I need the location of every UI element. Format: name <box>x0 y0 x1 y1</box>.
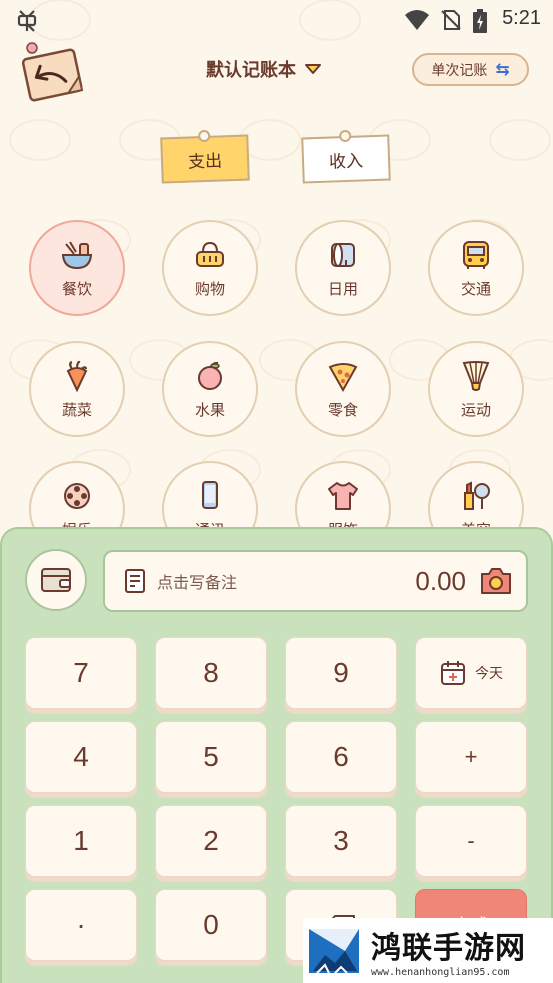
status-bar: 5:21 <box>0 0 553 40</box>
calendar-icon <box>441 661 465 685</box>
food-icon <box>61 240 93 269</box>
no-sim-icon <box>441 10 461 30</box>
category-label: 蔬菜 <box>61 400 92 419</box>
toilet-paper-icon <box>331 242 355 267</box>
tab-expense-label: 支出 <box>187 150 223 173</box>
category-transport[interactable]: 交通 <box>428 220 524 316</box>
account-select-button[interactable] <box>25 549 87 611</box>
wifi-icon <box>405 10 429 30</box>
account-book-selector[interactable]: 默认记账本 <box>206 56 322 82</box>
key-9[interactable]: 9 <box>285 637 397 709</box>
swap-icon: ⇆ <box>495 59 510 80</box>
date-button[interactable]: 今天 <box>415 637 527 709</box>
tab-income-label: 收入 <box>328 150 364 173</box>
pin-icon <box>197 129 211 143</box>
category-fruit[interactable]: 水果 <box>162 341 258 437</box>
category-label: 交通 <box>460 279 491 298</box>
amount-display: 0.00 <box>415 565 466 596</box>
key-3[interactable]: 3 <box>285 805 397 877</box>
clock: 5:21 <box>502 7 541 29</box>
note-icon <box>125 569 145 593</box>
watermark-title: 鸿联手游网 <box>371 931 526 966</box>
note-amount-bar[interactable]: 点击写备注 0.00 <box>103 550 528 612</box>
key-1[interactable]: 1 <box>25 805 137 877</box>
category-food[interactable]: 餐饮 <box>29 220 125 316</box>
key-minus[interactable]: - <box>415 805 527 877</box>
watermark-logo <box>309 928 359 974</box>
film-reel-icon <box>64 482 90 509</box>
category-label: 运动 <box>460 400 491 419</box>
pizza-icon <box>328 362 358 392</box>
category-sports[interactable]: 运动 <box>428 341 524 437</box>
tab-income[interactable]: 收入 <box>301 129 391 184</box>
shuttlecock-icon <box>462 360 490 391</box>
watermark: 鸿联手游网 www.henanhonglian95.com <box>303 918 553 983</box>
key-6[interactable]: 6 <box>285 721 397 793</box>
key-0[interactable]: 0 <box>155 889 267 961</box>
note-input[interactable]: 点击写备注 <box>157 569 415 593</box>
page-title: 默认记账本 <box>206 60 296 81</box>
carrot-icon <box>66 360 88 392</box>
key-5[interactable]: 5 <box>155 721 267 793</box>
category-vegetables[interactable]: 蔬菜 <box>29 341 125 437</box>
date-label: 今天 <box>475 665 503 681</box>
chevron-down-icon <box>305 64 321 74</box>
tshirt-icon <box>328 481 358 510</box>
key-dot[interactable]: · <box>25 889 137 961</box>
battery-icon <box>473 9 487 33</box>
back-button[interactable] <box>20 40 84 102</box>
category-shopping[interactable]: 购物 <box>162 220 258 316</box>
category-label: 零食 <box>327 400 358 419</box>
key-2[interactable]: 2 <box>155 805 267 877</box>
key-plus[interactable]: + <box>415 721 527 793</box>
mode-toggle-button[interactable]: 单次记账 ⇆ <box>412 53 529 86</box>
bus-icon <box>463 240 489 269</box>
pin-icon <box>338 129 352 143</box>
key-4[interactable]: 4 <box>25 721 137 793</box>
category-label: 餐饮 <box>61 279 92 298</box>
lipstick-icon <box>464 480 490 510</box>
basket-icon <box>196 241 224 267</box>
category-label: 水果 <box>194 400 225 419</box>
tab-expense[interactable]: 支出 <box>160 129 250 184</box>
wallet-icon <box>41 568 71 592</box>
bug-icon <box>17 10 37 32</box>
phone-icon <box>202 480 218 509</box>
mode-label: 单次记账 <box>431 62 488 79</box>
key-8[interactable]: 8 <box>155 637 267 709</box>
key-7[interactable]: 7 <box>25 637 137 709</box>
camera-icon[interactable] <box>478 566 514 596</box>
category-label: 日用 <box>327 279 358 298</box>
watermark-url: www.henanhonglian95.com <box>371 967 510 978</box>
peach-icon <box>198 361 222 390</box>
category-daily[interactable]: 日用 <box>295 220 391 316</box>
category-snacks[interactable]: 零食 <box>295 341 391 437</box>
category-label: 购物 <box>194 279 225 298</box>
